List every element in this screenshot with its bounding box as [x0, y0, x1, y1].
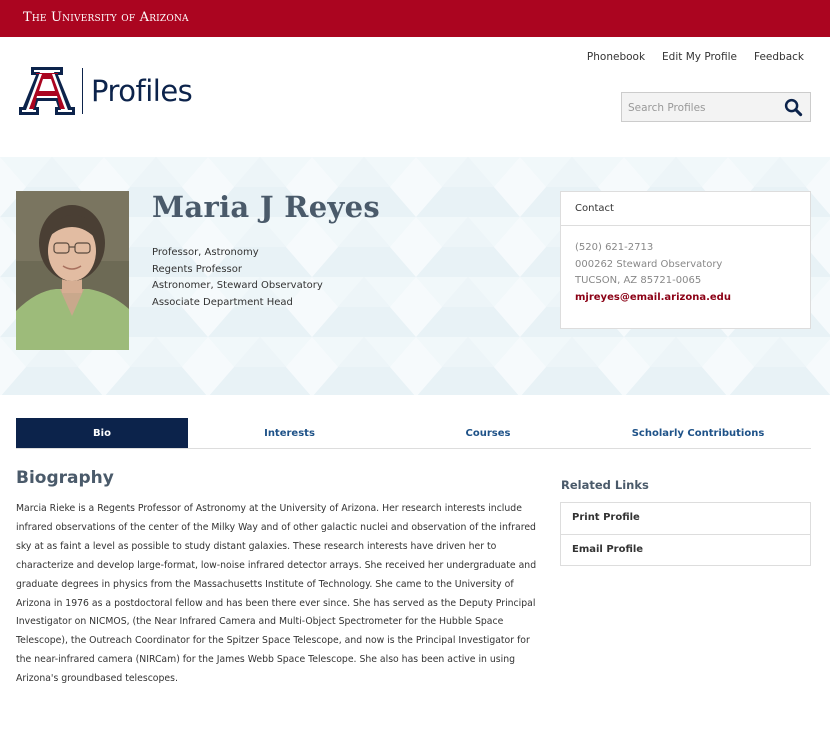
- tab-courses[interactable]: Courses: [391, 418, 585, 448]
- email-profile-link[interactable]: Email Profile: [561, 534, 810, 565]
- title-line: Professor, Astronomy: [152, 247, 259, 258]
- utility-nav: Phonebook Edit My Profile Feedback: [587, 51, 804, 63]
- tab-interests[interactable]: Interests: [188, 418, 391, 448]
- biography-text: Marcia Rieke is a Regents Professor of A…: [16, 503, 537, 685]
- contact-phone: (520) 621-2713: [575, 242, 654, 253]
- contact-address-line1: 000262 Steward Observatory: [575, 258, 723, 270]
- contact-heading: Contact: [561, 192, 810, 226]
- profiles-logo[interactable]: Profiles: [19, 67, 193, 115]
- phonebook-link[interactable]: Phonebook: [587, 51, 645, 63]
- university-header-bar: The University of Arizona: [0, 0, 830, 37]
- search-icon[interactable]: [784, 98, 803, 117]
- portrait-image: [16, 191, 129, 350]
- profile-photo: [16, 191, 129, 350]
- print-profile-link[interactable]: Print Profile: [561, 503, 810, 534]
- university-wordmark[interactable]: The University of Arizona: [23, 10, 189, 25]
- logo-divider: [82, 68, 83, 114]
- contact-body: (520) 621-2713 000262 Steward Observator…: [561, 226, 810, 321]
- title-line: Astronomer, Steward Observatory: [152, 280, 323, 292]
- related-links-list: Print Profile Email Profile: [560, 502, 811, 566]
- search-box: [621, 92, 811, 122]
- profiles-title: Profiles: [91, 74, 193, 108]
- search-input[interactable]: [628, 99, 778, 116]
- contact-email-link[interactable]: mjreyes@email.arizona.edu: [575, 290, 796, 307]
- arizona-a-logo-icon: [19, 67, 75, 115]
- contact-address-line2: TUCSON, AZ 85721-0065: [575, 275, 702, 287]
- contact-card: Contact (520) 621-2713 000262 Steward Ob…: [560, 191, 811, 329]
- profile-name: Maria J Reyes: [152, 190, 380, 224]
- related-links-heading: Related Links: [561, 478, 649, 492]
- tab-bio[interactable]: Bio: [16, 418, 188, 448]
- biography-heading: Biography: [16, 468, 114, 488]
- profile-tabs: Bio Interests Courses Scholarly Contribu…: [16, 418, 811, 449]
- profile-titles: Professor, Astronomy Regents Professor A…: [152, 245, 323, 312]
- title-line: Regents Professor: [152, 263, 242, 275]
- edit-my-profile-link[interactable]: Edit My Profile: [662, 51, 737, 63]
- tab-scholarly-contributions[interactable]: Scholarly Contributions: [585, 418, 811, 448]
- feedback-link[interactable]: Feedback: [754, 51, 804, 63]
- title-line: Associate Department Head: [152, 297, 293, 309]
